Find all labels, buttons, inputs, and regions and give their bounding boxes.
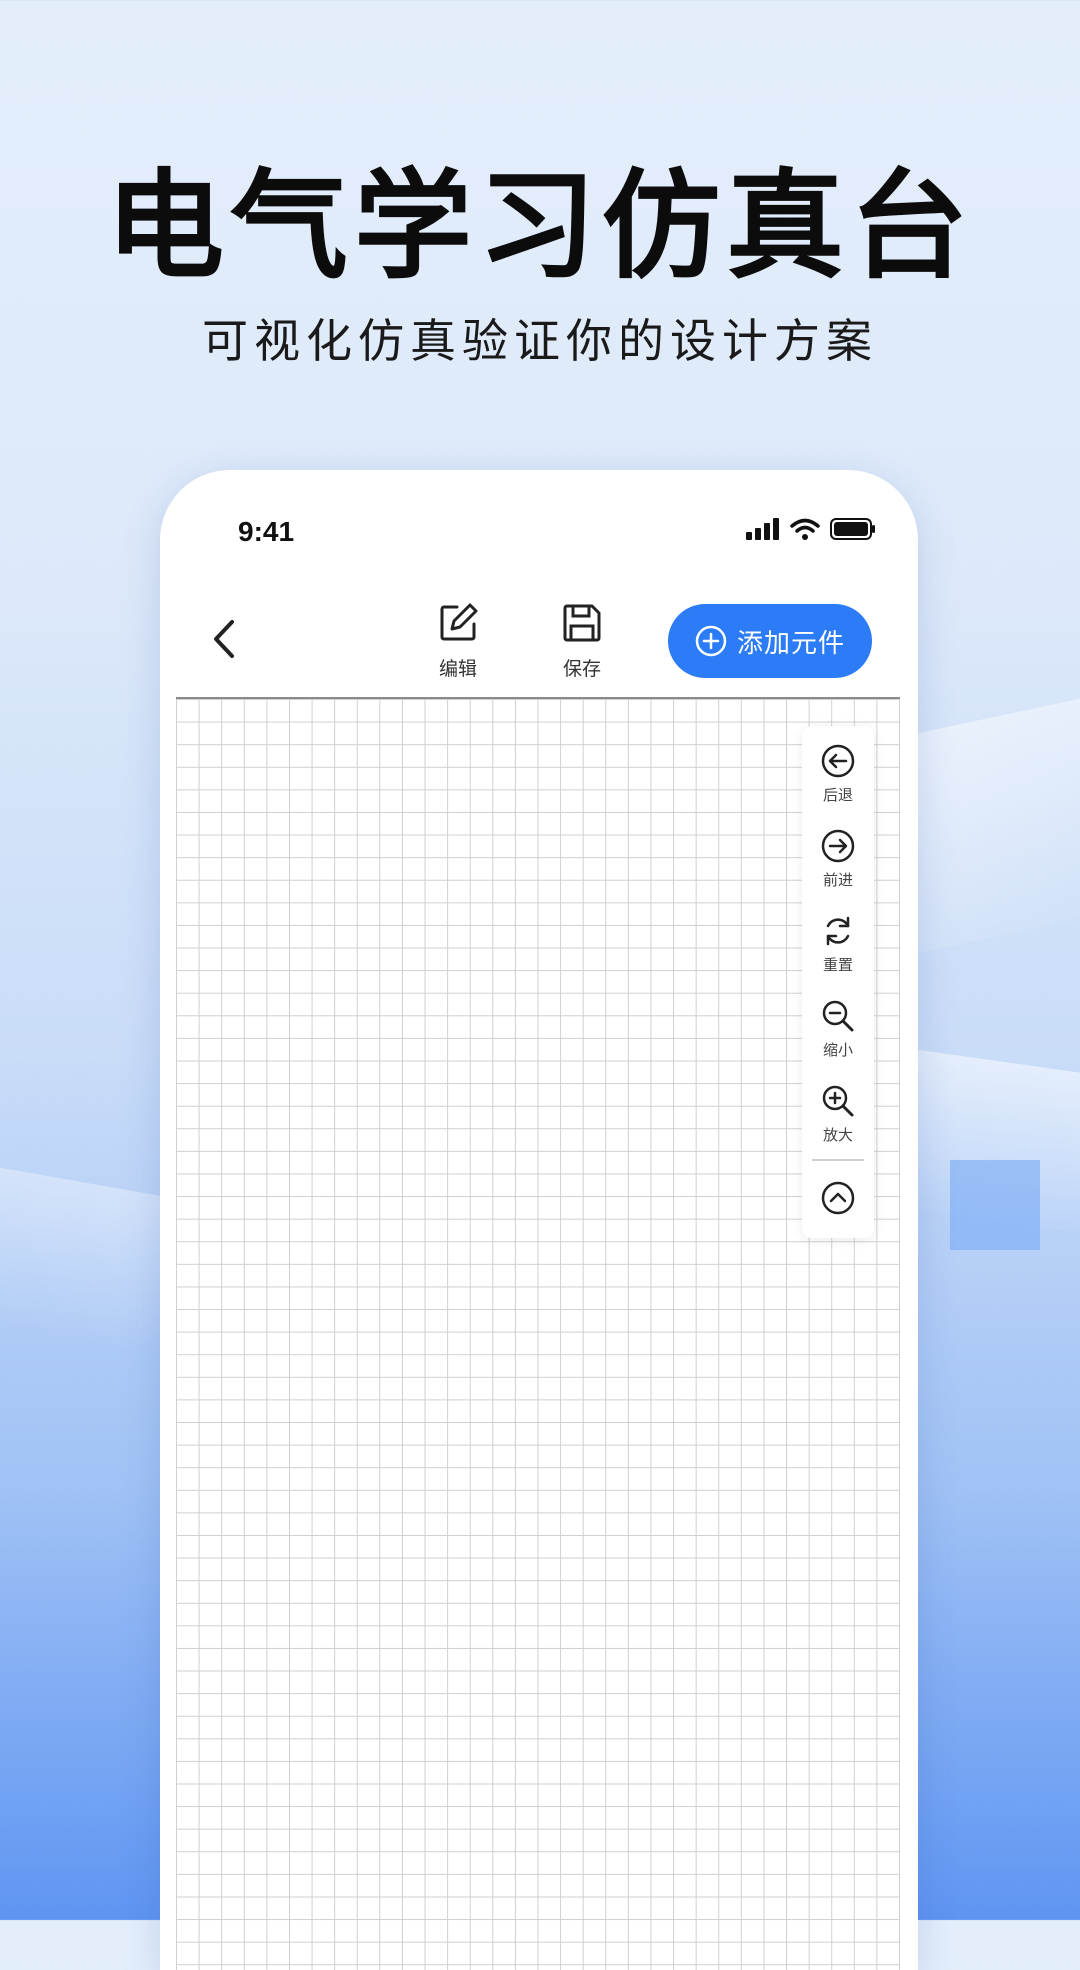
zoom-out-icon	[822, 1000, 854, 1032]
zoom-in-icon	[822, 1085, 854, 1117]
wifi-icon	[790, 518, 820, 540]
edit-label: 编辑	[438, 658, 477, 680]
zoom-out-label: 缩小	[822, 1041, 853, 1059]
background-block	[950, 1160, 1040, 1250]
reset-button[interactable]: 重置	[802, 914, 874, 975]
panel-divider	[812, 1159, 864, 1161]
undo-button[interactable]: 后退	[802, 744, 874, 805]
save-label: 保存	[562, 658, 601, 680]
collapse-panel-button[interactable]	[802, 1181, 874, 1219]
status-icons	[746, 518, 876, 540]
back-button[interactable]	[204, 614, 244, 664]
zoom-out-button[interactable]: 缩小	[802, 999, 874, 1060]
battery-icon	[830, 518, 875, 540]
top-toolbar: 编辑 保存 添加元件	[160, 580, 918, 690]
zoom-in-label: 放大	[822, 1126, 853, 1144]
redo-label: 前进	[822, 871, 853, 889]
plus-circle-icon	[695, 625, 727, 657]
chevron-up-circle-icon	[821, 1181, 855, 1215]
save-icon	[563, 604, 601, 642]
refresh-icon	[826, 916, 850, 946]
edit-icon	[440, 603, 478, 641]
redo-button[interactable]: 前进	[802, 829, 874, 890]
add-component-button[interactable]: 添加元件	[668, 604, 872, 678]
edit-button[interactable]: 编辑	[418, 602, 498, 681]
promo-title: 电气学习仿真台	[105, 157, 974, 295]
save-button[interactable]: 保存	[542, 602, 622, 681]
add-component-label: 添加元件	[736, 628, 845, 659]
signal-icon	[746, 518, 779, 540]
side-tool-panel: 后退 前进 重置 缩小 放大	[802, 726, 874, 1238]
reset-label: 重置	[822, 956, 853, 974]
chevron-left-icon	[214, 620, 234, 658]
status-time: 9:41	[238, 516, 295, 547]
phone-frame: 9:41 编辑 保存 添加元件 后退 前进 重置 缩小 放大	[160, 470, 918, 1970]
promo-subtitle: 可视化仿真验证你的设计方案	[202, 314, 878, 368]
arrow-right-circle-icon	[821, 829, 855, 863]
undo-label: 后退	[822, 786, 853, 804]
grid-canvas[interactable]	[176, 697, 900, 1970]
zoom-in-button[interactable]: 放大	[802, 1084, 874, 1145]
arrow-left-circle-icon	[821, 744, 855, 778]
